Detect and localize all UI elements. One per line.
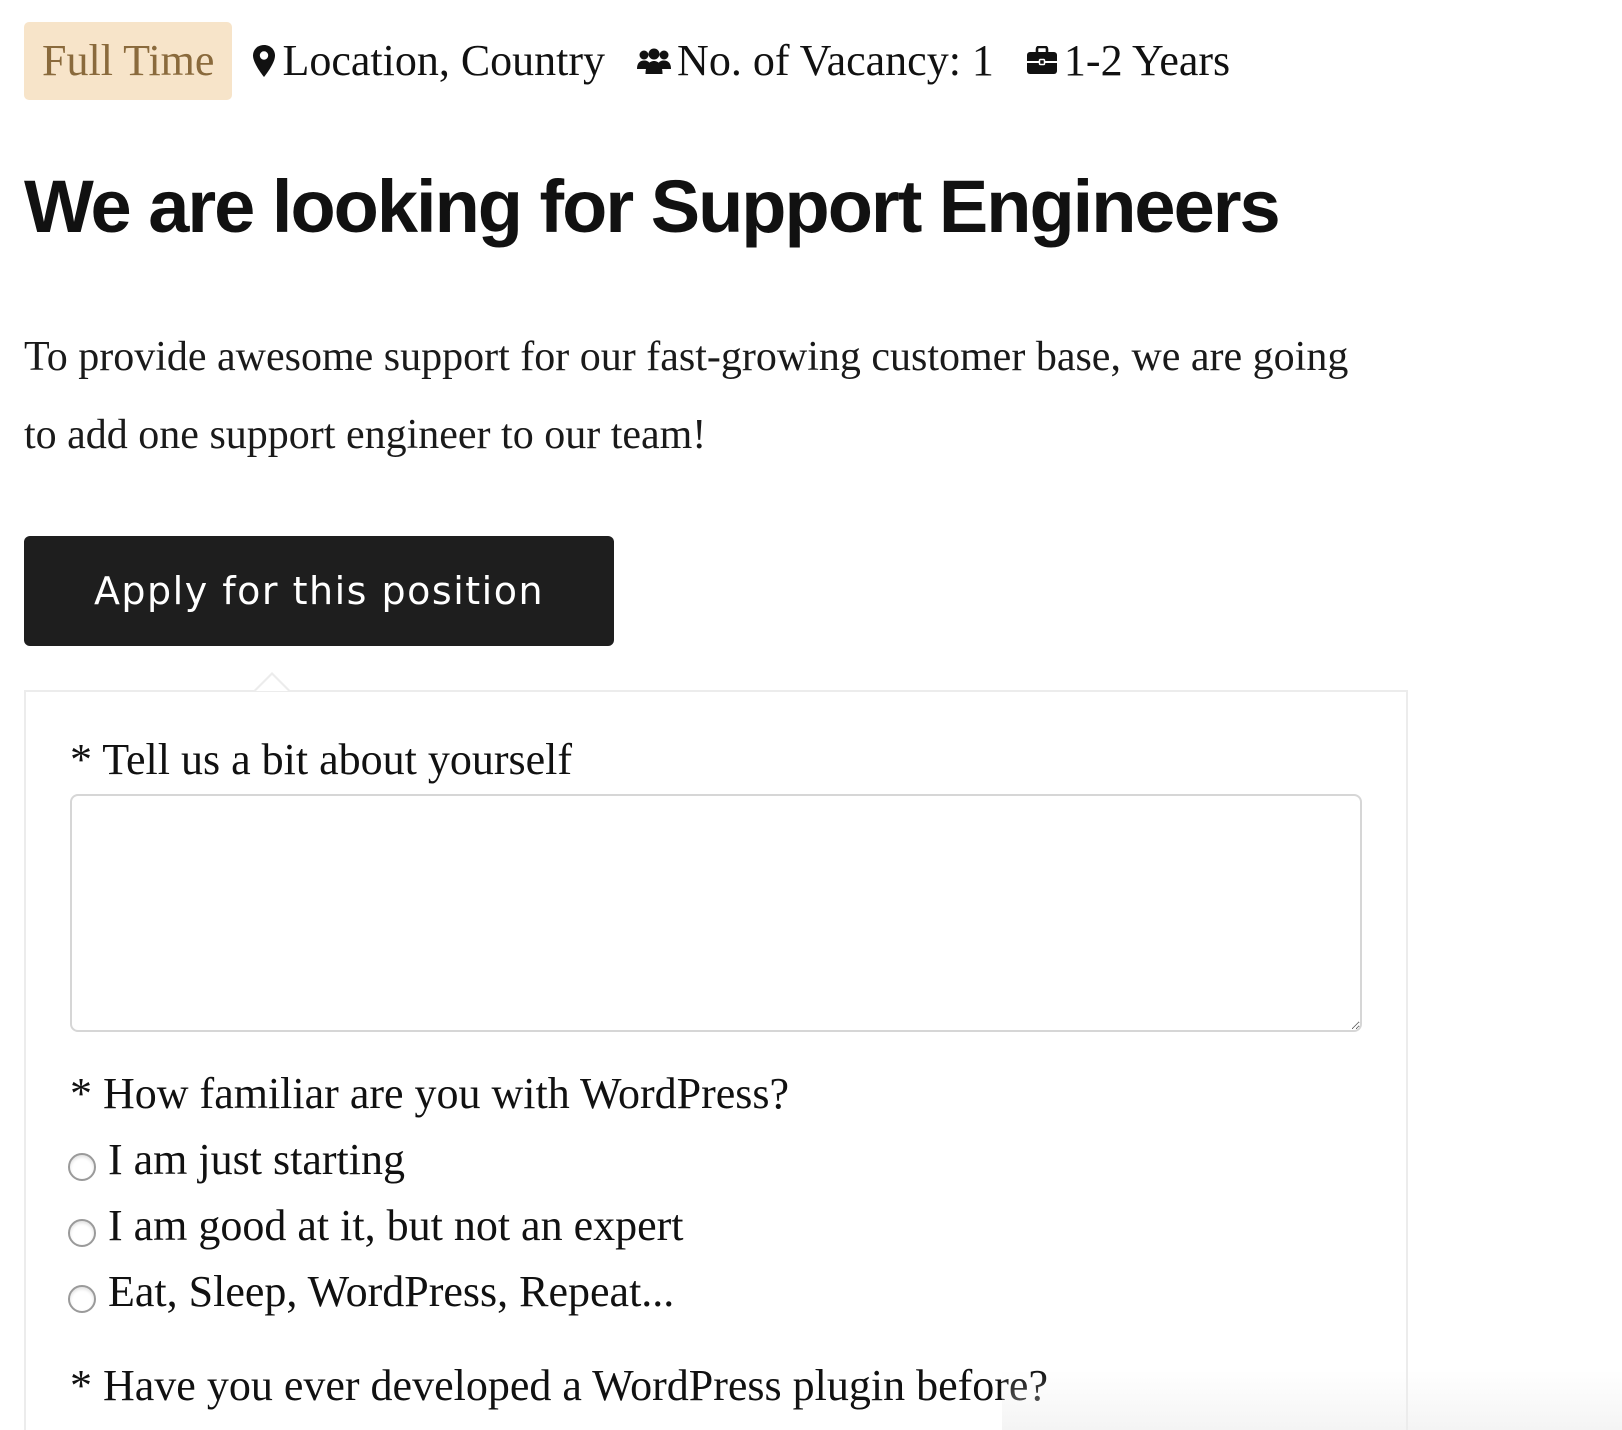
- radio-option-label: I am just starting: [108, 1135, 405, 1184]
- job-type-badge: Full Time: [24, 22, 233, 100]
- plugin-experience-label: * Have you ever developed a WordPress pl…: [70, 1361, 1048, 1410]
- briefcase-icon: [1026, 46, 1058, 76]
- form-pointer-arrow: [254, 672, 290, 691]
- location-meta: Location, Country: [252, 39, 605, 83]
- experience-text: 1-2 Years: [1063, 36, 1231, 85]
- job-meta-row: Full Time Location, Country No. of Vacan…: [24, 22, 1262, 100]
- vacancy-meta: No. of Vacancy: 1: [637, 39, 994, 83]
- users-icon: [637, 47, 672, 75]
- location-text: Location, Country: [282, 36, 606, 85]
- job-title: We are looking for Support Engineers: [24, 165, 1281, 248]
- job-description: To provide awesome support for our fast-…: [24, 334, 1349, 458]
- radio-option-label: I am good at it, but not an expert: [108, 1201, 684, 1250]
- wordpress-option-expert[interactable]: Eat, Sleep, WordPress, Repeat...: [68, 1270, 674, 1314]
- wordpress-familiarity-label: * How familiar are you with WordPress?: [70, 1069, 790, 1118]
- wordpress-option-starting[interactable]: I am just starting: [68, 1138, 405, 1182]
- about-yourself-textarea[interactable]: [70, 794, 1362, 1032]
- radio-option-label: Eat, Sleep, WordPress, Repeat...: [108, 1267, 675, 1316]
- vacancy-text: No. of Vacancy: 1: [677, 36, 994, 85]
- experience-meta: 1-2 Years: [1026, 39, 1230, 83]
- radio-button[interactable]: [68, 1153, 96, 1181]
- application-form: * Tell us a bit about yourself * How fam…: [24, 672, 1408, 1430]
- map-pin-icon: [252, 44, 276, 78]
- radio-button[interactable]: [68, 1285, 96, 1313]
- wordpress-option-good[interactable]: I am good at it, but not an expert: [68, 1204, 684, 1248]
- apply-button[interactable]: Apply for this position: [24, 536, 614, 646]
- radio-button[interactable]: [68, 1219, 96, 1247]
- about-yourself-label: * Tell us a bit about yourself: [70, 735, 573, 784]
